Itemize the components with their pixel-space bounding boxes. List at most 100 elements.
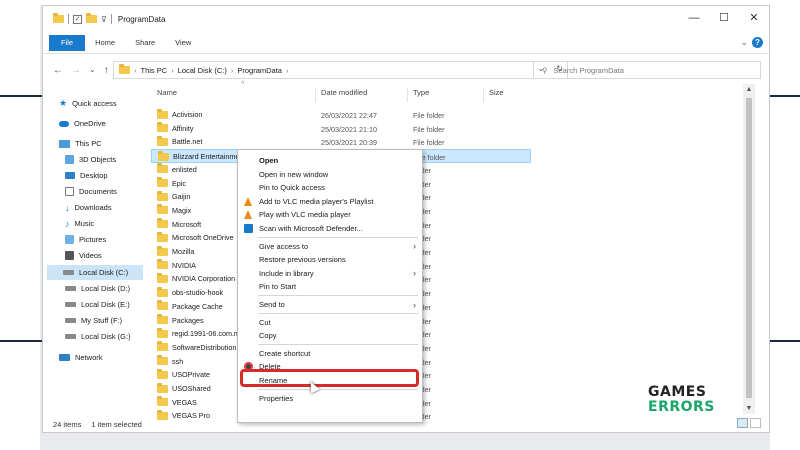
nav-onedrive[interactable]: OneDrive [59,116,106,131]
selection-count: 1 item selected [91,420,142,429]
file-row[interactable]: Battle.net 25/03/2021 20:39 File folder [151,135,531,149]
menu-separator [258,312,418,314]
nav-videos[interactable]: Videos [65,248,102,263]
file-name: USOPrivate [172,370,210,380]
menu-item-play-with-vlc-media-player[interactable]: Play with VLC media player [238,208,422,221]
chevron-right-icon: › [413,241,416,252]
up-icon[interactable]: ↑ [104,65,109,76]
details-view-icon[interactable] [737,418,748,428]
cube-icon [65,155,74,164]
column-header-type[interactable]: Type [413,88,429,102]
menu-item-open-in-new-window[interactable]: Open in new window [238,168,422,181]
search-box[interactable]: ⚲ Search ProgramData [533,61,761,79]
search-placeholder: Search ProgramData [553,65,624,75]
chevron-right-icon: › [413,299,416,310]
menu-item-give-access-to[interactable]: Give access to › [238,240,422,253]
file-row[interactable]: Activision 26/03/2021 22:47 File folder [151,108,531,122]
tab-file[interactable]: File [49,34,86,51]
new-folder-icon[interactable] [86,13,97,23]
menu-item-open[interactable]: Open [238,154,422,167]
tab-home[interactable]: Home [85,32,125,54]
column-divider[interactable] [315,88,316,102]
nav-my-stuff-f[interactable]: My Stuff (F:) [65,313,122,328]
chevron-right-icon[interactable]: › [231,66,234,75]
minimize-button[interactable]: — [679,6,709,30]
nav-quick-access[interactable]: ★ Quick access [59,96,117,111]
file-row[interactable]: Affinity 25/03/2021 21:10 File folder [151,122,531,136]
customize-toolbar-icon[interactable]: ⊽ [101,15,107,24]
folder-icon [53,13,64,23]
column-divider[interactable] [483,88,484,102]
tab-view[interactable]: View [165,32,201,54]
pictures-icon [65,235,74,244]
menu-item-include-in-library[interactable]: Include in library › [238,267,422,280]
column-header-size[interactable]: Size [489,88,504,102]
file-name: USOShared [172,384,211,393]
large-icons-view-icon[interactable] [750,418,761,428]
nav-network[interactable]: Network [59,350,103,365]
file-name: Microsoft OneDrive [172,233,234,243]
menu-separator [258,236,418,238]
tab-share[interactable]: Share [125,32,165,54]
nav-local-disk-d[interactable]: Local Disk (D:) [65,281,130,296]
menu-item-scan-with-microsoft-defender[interactable]: Scan with Microsoft Defender... [238,222,422,235]
column-header-name[interactable]: Name [157,88,177,102]
close-button[interactable]: ✕ [739,6,769,30]
navigation-pane: ★ Quick access OneDrive This PC 3D Objec… [43,92,145,414]
scroll-up-icon[interactable]: ▲ [743,86,755,93]
scrollbar-thumb[interactable] [746,98,752,398]
chevron-right-icon[interactable]: › [286,66,289,75]
column-divider[interactable] [407,88,408,102]
file-name: Activision [172,110,203,119]
folder-icon [157,300,168,311]
address-bar[interactable]: › This PC › Local Disk (C:) › ProgramDat… [113,61,568,79]
expand-ribbon-icon[interactable]: ⌄ [740,37,748,48]
ribbon-tabs: File Home Share View ⌄ ? [43,32,769,54]
menu-item-add-to-vlc-media-player-s-playlist[interactable]: Add to VLC media player's Playlist [238,195,422,208]
file-date: 26/03/2021 22:47 [321,111,377,120]
folder-icon [157,231,168,242]
search-icon: ⚲ [542,65,548,75]
menu-item-properties[interactable]: Properties [238,392,422,405]
file-name: Affinity [172,123,194,133]
file-name: Blizzard Entertainment [173,152,246,162]
breadcrumb-this-pc[interactable]: This PC [141,66,168,75]
nav-local-disk-g[interactable]: Local Disk (G:) [65,329,131,344]
nav-downloads[interactable]: ↓ Downloads [65,200,112,215]
menu-item-create-shortcut[interactable]: Create shortcut [238,347,422,360]
nav-desktop[interactable]: Desktop [65,168,108,183]
chevron-right-icon[interactable]: › [171,66,174,75]
status-bar: 24 items 1 item selected [53,420,142,429]
recent-locations-icon[interactable]: ⌄ [89,65,96,76]
nav-documents[interactable]: Documents [65,184,117,199]
folder-icon [157,272,168,283]
chevron-right-icon[interactable]: › [134,66,137,75]
folder-icon [157,314,168,324]
cloud-icon [59,120,69,127]
back-icon[interactable]: ← [53,65,63,76]
scroll-down-icon[interactable]: ▼ [743,405,755,412]
nav-this-pc[interactable]: This PC [59,136,102,151]
breadcrumb-programdata[interactable]: ProgramData [237,66,282,75]
menu-item-restore-previous-versions[interactable]: Restore previous versions [238,253,422,266]
menu-item-send-to[interactable]: Send to › [238,298,422,311]
menu-item-copy[interactable]: Copy [238,329,422,342]
nav-local-disk-c[interactable]: Local Disk (C:) [47,265,143,280]
file-name: obs-studio-hook [172,288,224,298]
vertical-scrollbar[interactable]: ▲ ▼ [743,84,755,414]
breadcrumb-local-disk-c[interactable]: Local Disk (C:) [178,66,227,75]
nav-pictures[interactable]: Pictures [65,232,106,247]
window-title: ProgramData [117,14,166,24]
forward-icon[interactable]: → [71,65,81,76]
nav-local-disk-e[interactable]: Local Disk (E:) [65,297,130,312]
properties-icon[interactable]: ✓ [73,14,82,24]
nav-3d-objects[interactable]: 3D Objects [65,152,116,167]
help-icon[interactable]: ? [752,37,763,48]
network-icon [59,354,70,361]
nav-music[interactable]: ♪ Music [65,216,94,231]
maximize-button[interactable]: ☐ [709,6,739,30]
column-header-date[interactable]: Date modified [321,88,367,102]
menu-item-cut[interactable]: Cut [238,316,422,329]
menu-item-pin-to-start[interactable]: Pin to Start [238,280,422,293]
menu-item-pin-to-quick-access[interactable]: Pin to Quick access [238,181,422,194]
